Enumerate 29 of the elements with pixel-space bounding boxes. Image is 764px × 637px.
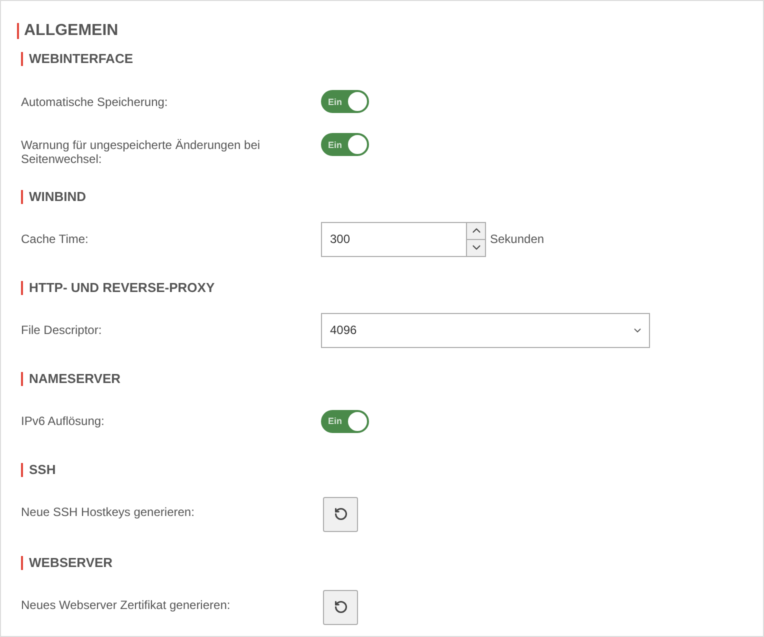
toggle-switch[interactable]: Ein xyxy=(321,90,369,113)
setting-label: Neues Webserver Zertifikat generieren: xyxy=(21,597,232,612)
section-heading: ALLGEMEIN xyxy=(17,23,118,39)
spin-down-button[interactable] xyxy=(467,240,486,256)
dropdown-select[interactable]: 4096 xyxy=(321,312,650,348)
setting-label: Automatische Speicherung: xyxy=(21,94,169,108)
refresh-icon xyxy=(334,600,348,614)
setting-label: Warnung für ungespeicherte Änderungen bei Seitenwechsel: xyxy=(21,136,262,166)
subsection-heading: HTTP- UND REVERSE-PROXY xyxy=(21,280,215,294)
subsection-heading: WEBINTERFACE xyxy=(21,52,133,66)
setting-label: Cache Time: xyxy=(21,231,90,246)
refresh-button[interactable] xyxy=(323,496,358,532)
number-input[interactable]: 300 xyxy=(321,222,467,256)
subsection-heading: WEBSERVER xyxy=(21,556,113,570)
unit-label: Sekunden xyxy=(490,230,544,248)
setting-label: File Descriptor: xyxy=(21,322,103,337)
subsection-heading: WINBIND xyxy=(21,190,86,204)
subsection-heading: NAMESERVER xyxy=(21,372,121,386)
toggle-switch[interactable]: Ein xyxy=(321,133,369,156)
refresh-button[interactable] xyxy=(323,590,358,624)
subsection-heading: SSH xyxy=(21,462,56,476)
toggle-knob xyxy=(347,134,368,155)
toggle-knob xyxy=(347,410,368,432)
refresh-icon xyxy=(334,507,348,521)
spin-up-button[interactable] xyxy=(467,222,486,240)
toggle-knob xyxy=(347,91,368,112)
setting-label: IPv6 Auflösung: xyxy=(21,413,106,428)
setting-label: Neue SSH Hostkeys generieren: xyxy=(21,504,196,519)
toggle-switch[interactable]: Ein xyxy=(321,410,369,432)
